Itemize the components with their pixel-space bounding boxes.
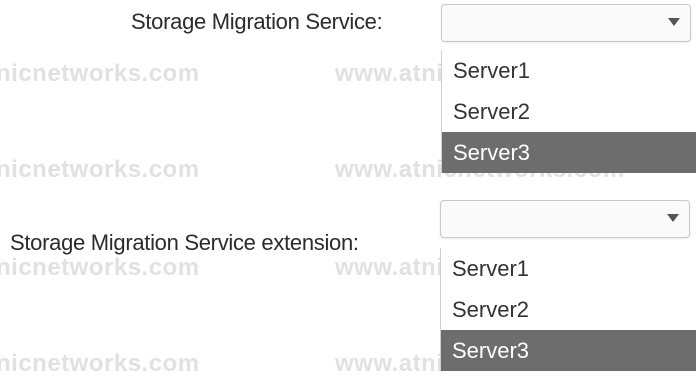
chevron-down-icon[interactable] [668, 18, 680, 26]
watermark-text: nicnetworks.com [0, 60, 200, 87]
migration-extension-dropdown[interactable] [440, 200, 690, 238]
chevron-down-icon[interactable] [667, 214, 679, 222]
migration-extension-options: Server1 Server2 Server3 [440, 248, 696, 371]
migration-service-label: Storage Migration Service: [131, 9, 383, 34]
migration-service-options: Server1 Server2 Server3 [441, 50, 696, 173]
option-server2[interactable]: Server2 [441, 289, 696, 330]
option-server3[interactable]: Server3 [442, 132, 696, 173]
migration-service-dropdown[interactable] [441, 4, 691, 42]
migration-extension-label: Storage Migration Service extension: [10, 230, 359, 255]
option-server2[interactable]: Server2 [442, 91, 696, 132]
watermark-text: nicnetworks.com [0, 350, 200, 377]
option-server1[interactable]: Server1 [441, 248, 696, 289]
option-server1[interactable]: Server1 [442, 50, 696, 91]
watermark-text: nicnetworks.com [0, 156, 200, 183]
watermark-text: nicnetworks.com [0, 254, 200, 281]
option-server3[interactable]: Server3 [441, 330, 696, 371]
